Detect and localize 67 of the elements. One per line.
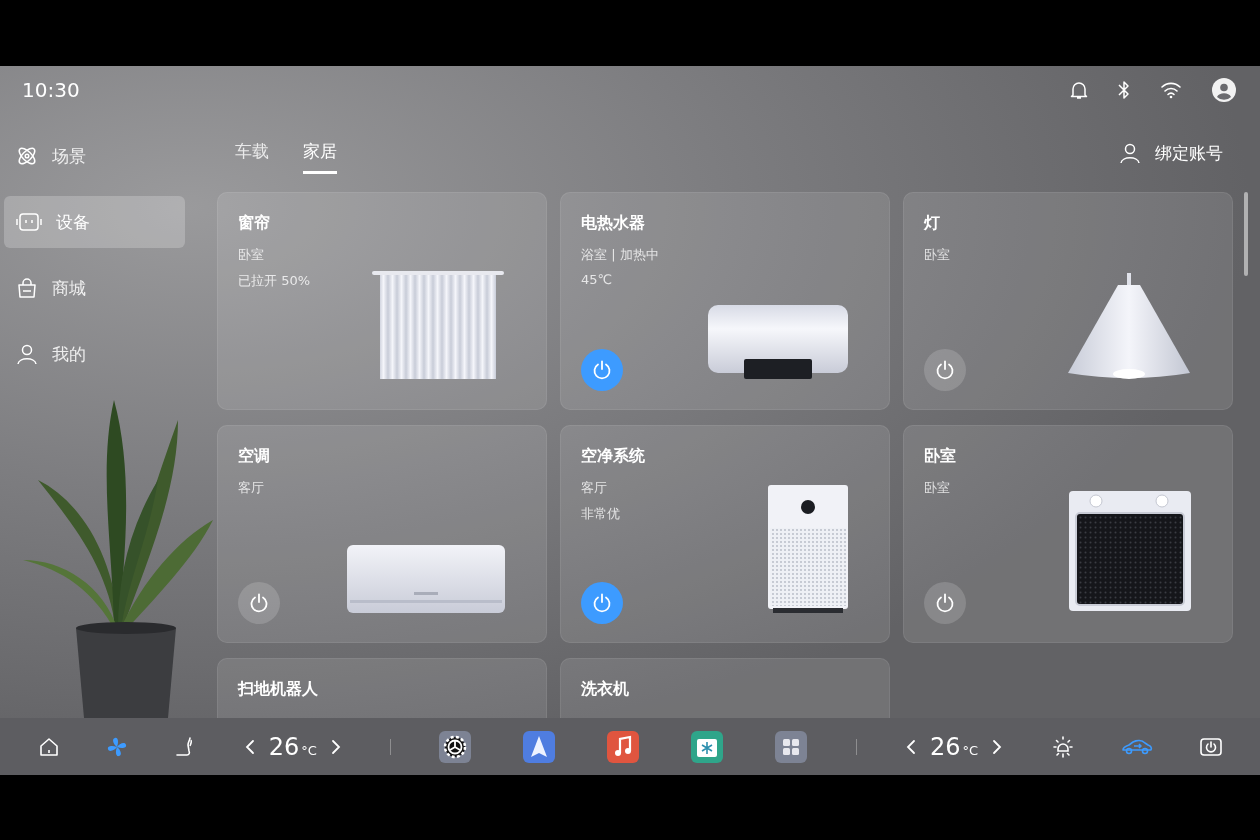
snowflake-app-icon[interactable] [691, 730, 724, 763]
device-card[interactable]: 卧室 卧室 [903, 425, 1233, 643]
tab[interactable]: 家居 [303, 132, 337, 174]
device-detail: 已拉开 50% [238, 272, 311, 290]
shopping-bag-icon [16, 277, 38, 299]
device-card[interactable]: 窗帘 卧室 已拉开 50% [217, 192, 547, 410]
device-name: 电热水器 [581, 213, 646, 234]
device-name: 灯 [924, 213, 941, 234]
bluetooth-icon[interactable] [1118, 80, 1130, 100]
device-name: 空净系统 [581, 446, 645, 467]
power-icon [591, 359, 613, 381]
device-detail: 45℃ [581, 272, 614, 287]
device-detail: 卧室 [924, 479, 951, 497]
bind-account-link[interactable]: 绑定账号 [1155, 141, 1223, 165]
brightness-icon[interactable] [1050, 734, 1075, 759]
chevron-right-icon[interactable] [992, 738, 1003, 755]
device-detail: 非常优 [581, 505, 621, 523]
device-icon [16, 212, 42, 232]
sidebar-item[interactable]: 设备 [4, 196, 185, 248]
gear-app-icon[interactable] [439, 730, 472, 763]
clock-time: 10:30 [22, 78, 80, 102]
chevron-right-icon[interactable] [330, 738, 341, 755]
device-card[interactable]: 空调 客厅 [217, 425, 547, 643]
device-name: 空调 [238, 446, 271, 467]
notification-bell-icon[interactable] [1070, 80, 1088, 100]
app-grid-icon[interactable] [775, 730, 808, 763]
tab[interactable]: 车载 [235, 132, 269, 174]
chevron-left-icon[interactable] [906, 738, 917, 755]
power-button[interactable] [238, 582, 280, 624]
power-icon [591, 592, 613, 614]
device-detail: 客厅 [581, 479, 608, 497]
device-card[interactable]: 洗衣机 [560, 658, 890, 718]
atom-icon [16, 145, 38, 167]
scrollbar[interactable] [1244, 192, 1248, 276]
music-app-icon[interactable] [607, 730, 640, 763]
power-button[interactable] [581, 349, 623, 391]
device-card[interactable]: 扫地机器人 [217, 658, 547, 718]
wifi-icon[interactable] [1160, 81, 1182, 99]
device-card[interactable]: 电热水器 浴室 | 加热中 45℃ [560, 192, 890, 410]
device-card[interactable]: 空净系统 客厅 非常优 [560, 425, 890, 643]
chevron-left-icon[interactable] [244, 738, 255, 755]
power-button[interactable] [581, 582, 623, 624]
power-button[interactable] [924, 349, 966, 391]
device-detail: 浴室 | 加热中 [581, 246, 659, 264]
device-detail: 卧室 [924, 246, 951, 264]
power-icon [248, 592, 270, 614]
device-card[interactable]: 灯 卧室 [903, 192, 1233, 410]
person-icon [16, 343, 38, 365]
temperature-value: 26°C [930, 732, 979, 761]
device-detail: 客厅 [238, 479, 265, 497]
temperature-value: 26°C [268, 732, 317, 761]
sidebar-item[interactable]: 场景 [4, 130, 185, 182]
device-name: 窗帘 [238, 213, 271, 234]
sidebar-item[interactable]: 商城 [4, 262, 185, 314]
power-icon[interactable] [1198, 735, 1223, 758]
power-icon [934, 592, 956, 614]
person-icon [1119, 142, 1141, 164]
sidebar-item[interactable]: 我的 [4, 328, 185, 380]
device-name: 扫地机器人 [238, 679, 318, 700]
device-name: 卧室 [924, 446, 957, 467]
device-detail: 卧室 [238, 246, 265, 264]
user-avatar-icon[interactable] [1212, 78, 1236, 102]
home-icon[interactable] [38, 735, 60, 758]
navigation-app-icon[interactable] [523, 730, 556, 763]
power-icon [934, 359, 956, 381]
power-button[interactable] [924, 582, 966, 624]
device-name: 洗衣机 [581, 679, 629, 700]
